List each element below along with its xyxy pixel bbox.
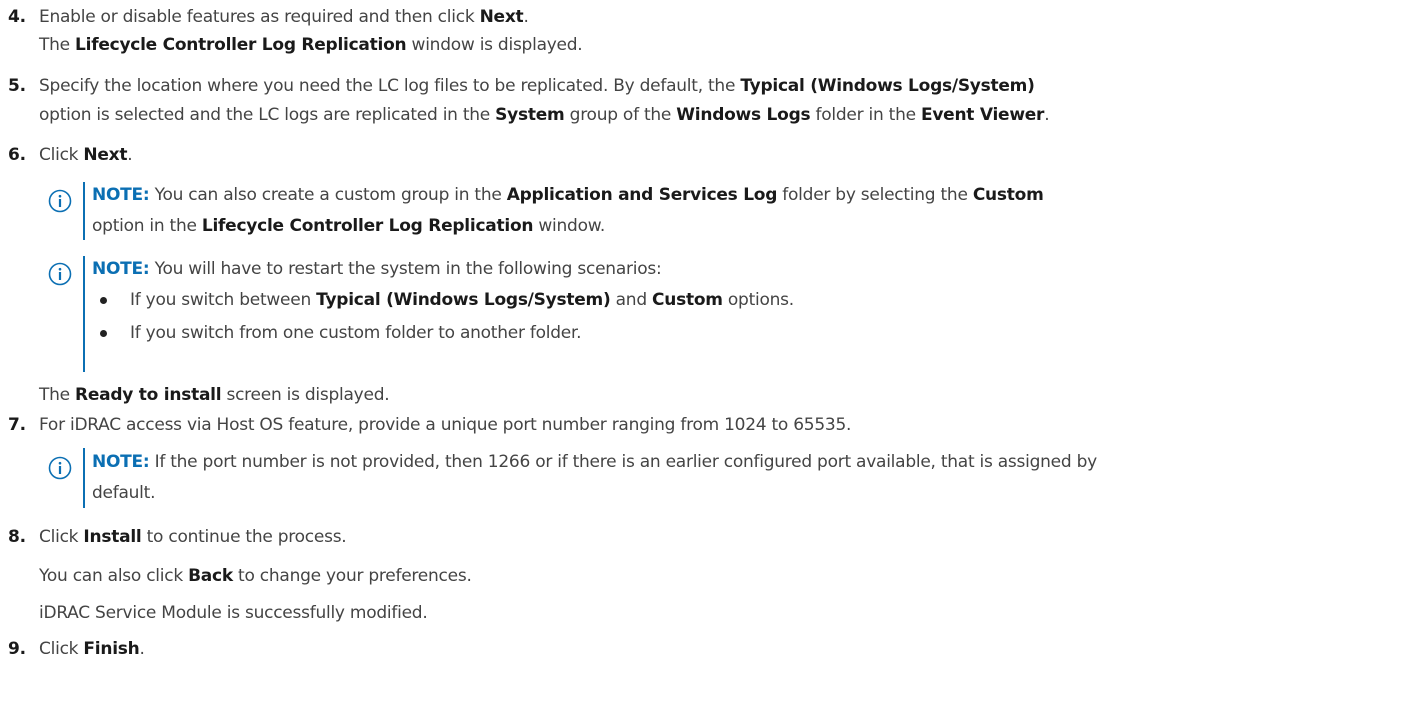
bold-term: Typical (Windows Logs/System) — [740, 76, 1035, 96]
back-paragraph: You can also click Back to change your p… — [39, 566, 472, 586]
bold-term: Finish — [83, 639, 140, 659]
step-number-6: 6. — [8, 145, 26, 165]
bullet-marker — [100, 330, 107, 337]
step-5-line-1: Specify the location where you need the … — [39, 76, 1035, 96]
step-4-line-1: Enable or disable features as required a… — [39, 7, 529, 27]
bold-term: System — [495, 105, 565, 125]
note-1-line-2: option in the Lifecycle Controller Log R… — [92, 216, 605, 236]
note-2-line-1: NOTE: You will have to restart the syste… — [92, 258, 662, 280]
note-3-line-1: NOTE: If the port number is not provided… — [92, 451, 1097, 473]
bold-term: Windows Logs — [676, 105, 811, 125]
document-page: 4. Enable or disable features as require… — [0, 0, 1413, 706]
step-4-line-2: The Lifecycle Controller Log Replication… — [39, 35, 583, 55]
bold-term: Event Viewer — [920, 105, 1045, 125]
step-number-7: 7. — [8, 415, 26, 435]
note-label: NOTE: — [92, 452, 150, 472]
note-label: NOTE: — [92, 259, 150, 279]
bold-term: Back — [188, 566, 233, 586]
step-8-line-1: Click Install to continue the process. — [39, 527, 347, 547]
step-number-4: 4. — [8, 7, 26, 27]
bold-term: Typical (Windows Logs/System) — [316, 290, 611, 310]
step-number-5: 5. — [8, 76, 26, 96]
step-5-line-2: option is selected and the LC logs are r… — [39, 105, 1050, 125]
step-7-line-1: For iDRAC access via Host OS feature, pr… — [39, 415, 852, 435]
info-icon — [48, 456, 72, 480]
step-number-9: 9. — [8, 639, 26, 659]
bold-term: Custom — [972, 185, 1044, 205]
note-3-text: If the port number is not provided, then… — [149, 452, 1098, 472]
bold-term: Next — [479, 7, 524, 27]
note-bar — [83, 448, 85, 508]
note-3-line-2: default. — [92, 483, 156, 503]
note-1-text: You can also create a custom group in th… — [149, 185, 1044, 205]
info-icon — [48, 189, 72, 213]
note-2-text: You will have to restart the system in t… — [149, 259, 662, 279]
bold-term: Lifecycle Controller Log Replication — [201, 216, 534, 236]
info-icon — [48, 262, 72, 286]
bold-term: Lifecycle Controller Log Replication — [75, 35, 407, 55]
note-bar — [83, 256, 85, 372]
step-9-line-1: Click Finish. — [39, 639, 145, 659]
step-6-line-1: Click Next. — [39, 145, 133, 165]
success-paragraph: iDRAC Service Module is successfully mod… — [39, 603, 428, 623]
note-2-bullet-1: If you switch between Typical (Windows L… — [130, 290, 794, 310]
note-2-bullet-2: If you switch from one custom folder to … — [130, 323, 582, 343]
bold-term: Ready to install — [75, 385, 222, 405]
bold-term: Application and Services Log — [506, 185, 778, 205]
ready-to-install-paragraph: The Ready to install screen is displayed… — [39, 385, 390, 405]
step-number-8: 8. — [8, 527, 26, 547]
note-1-line-1: NOTE: You can also create a custom group… — [92, 184, 1044, 206]
note-label: NOTE: — [92, 185, 150, 205]
bold-term: Install — [83, 527, 142, 547]
note-bar — [83, 182, 85, 240]
bold-term: Custom — [652, 290, 723, 310]
bold-term: Next — [83, 145, 128, 165]
bullet-marker — [100, 297, 107, 304]
